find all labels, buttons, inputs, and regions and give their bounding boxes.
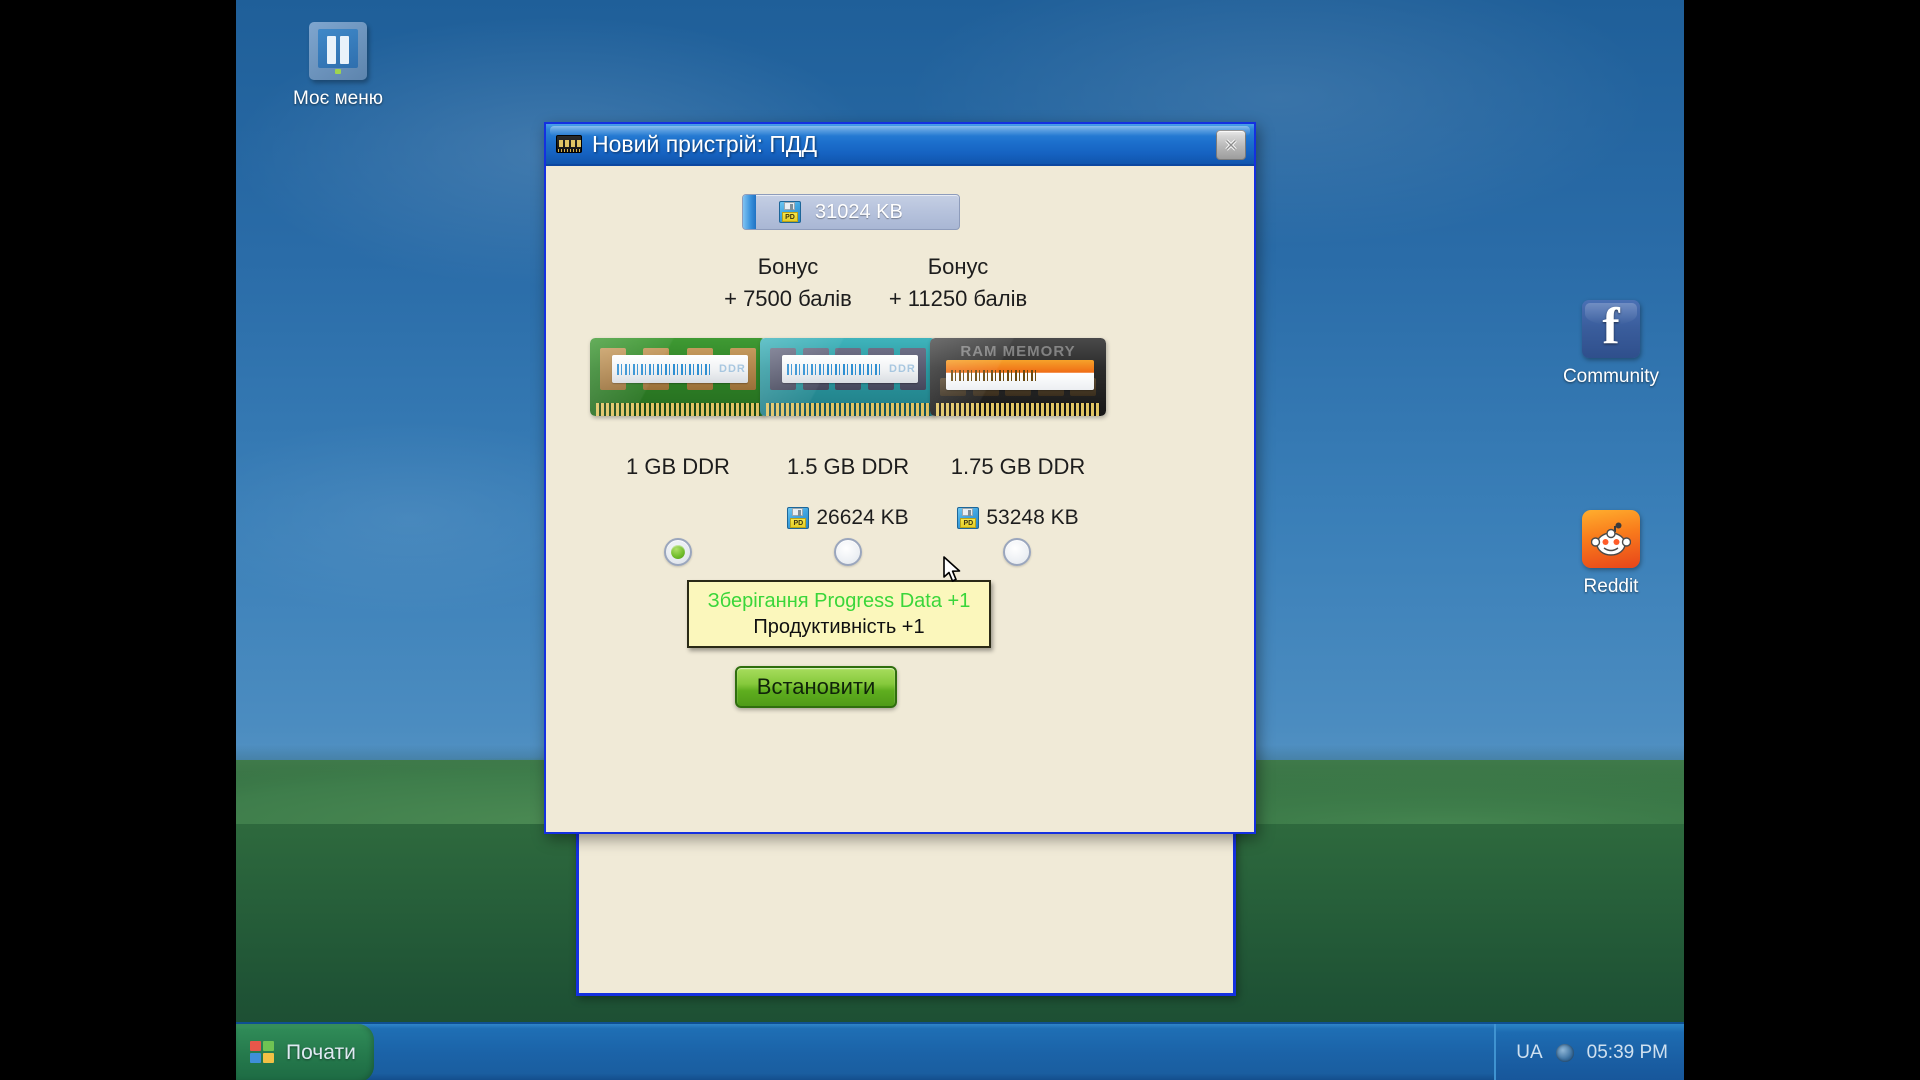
option-price-value: 53248 KB	[986, 506, 1079, 529]
floppy-pd-icon: PD	[957, 507, 980, 529]
start-button-label: Почати	[286, 1041, 356, 1064]
bonus-block-option-3: Бонус + 11250 балів	[848, 252, 1068, 314]
dialog-titlebar[interactable]: Новий пристрій: ПДД	[546, 124, 1254, 166]
ram-module-icon	[556, 135, 582, 153]
ram-module-image-option-1[interactable]: DDR	[590, 338, 766, 416]
desktop-screen: Моє меню Community Reddit	[236, 0, 1684, 1080]
install-button-label: Встановити	[756, 674, 876, 699]
desktop-icon-label: Community	[1562, 366, 1660, 387]
mouse-cursor	[943, 556, 961, 582]
tray-language[interactable]: UA	[1516, 1042, 1542, 1064]
tray-clock[interactable]: 05:39 PM	[1587, 1042, 1668, 1064]
total-capacity-bar: PD 31024 KB	[742, 194, 960, 230]
option-price-value: 26624 KB	[816, 506, 909, 529]
bonus-tooltip: Зберігання Progress Data +1 Продуктивніс…	[687, 580, 991, 648]
option-name-3: 1.75 GB DDR	[950, 454, 1086, 479]
floppy-pd-icon: PD	[779, 201, 801, 223]
bonus-title: Бонус	[757, 254, 819, 279]
desktop-icon-reddit[interactable]: Reddit	[1541, 510, 1681, 598]
new-device-dialog: Новий пристрій: ПДД PD 31024 KB Бонус + …	[544, 122, 1256, 834]
option-price-3: PD 53248 KB	[908, 506, 1128, 530]
taskbar: Почати UA 05:39 PM	[236, 1022, 1684, 1080]
ram-module-image-option-2[interactable]: DDR	[760, 338, 936, 416]
install-button[interactable]: Встановити	[735, 666, 897, 708]
reddit-alien-icon	[1582, 510, 1640, 568]
facebook-icon	[1582, 298, 1640, 358]
system-tray: UA 05:39 PM	[1494, 1024, 1684, 1080]
total-capacity-value: 31024 KB	[815, 200, 903, 223]
option-radio-3[interactable]	[1003, 538, 1031, 566]
desktop-icon-label: Reddit	[1583, 576, 1639, 597]
floppy-pd-icon: PD	[787, 507, 810, 529]
dialog-title: Новий пристрій: ПДД	[592, 130, 818, 157]
desktop-icon-community[interactable]: Community	[1541, 298, 1681, 388]
tooltip-line-2: Продуктивність +1	[753, 615, 925, 638]
close-icon[interactable]	[1216, 130, 1246, 160]
tooltip-line-1: Зберігання Progress Data +1	[707, 589, 971, 612]
speaker-icon[interactable]	[1554, 1043, 1576, 1063]
menu-window-icon	[309, 22, 367, 80]
option-radio-1[interactable]	[664, 538, 692, 566]
option-radio-2[interactable]	[834, 538, 862, 566]
dialog-body: PD 31024 KB Бонус + 7500 балів Бонус + 1…	[546, 166, 1254, 834]
start-button[interactable]: Почати	[236, 1024, 374, 1080]
desktop-icon-my-menu[interactable]: Моє меню	[268, 22, 408, 110]
bonus-value: + 11250 балів	[888, 286, 1028, 311]
desktop-icon-label: Моє меню	[293, 88, 383, 109]
windows-logo-icon	[250, 1040, 277, 1066]
ram-module-image-option-3[interactable]: RAM MEMORY	[930, 338, 1106, 416]
bonus-title: Бонус	[927, 254, 989, 279]
